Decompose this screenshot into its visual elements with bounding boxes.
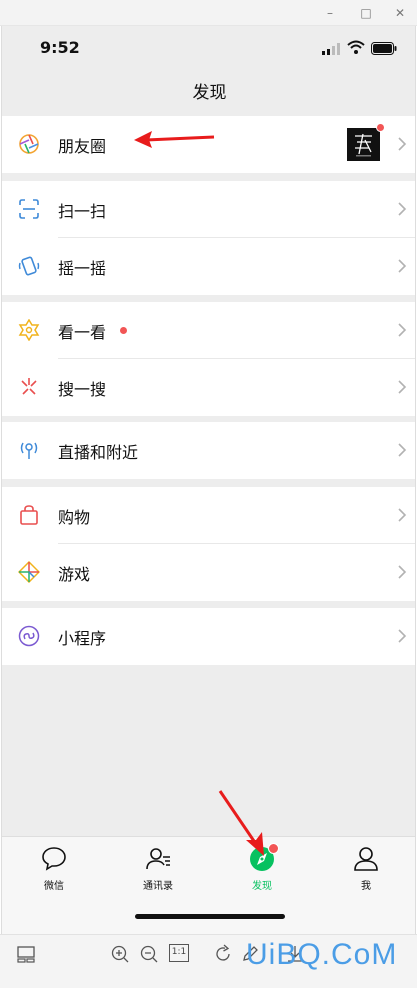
shopping-bag-icon xyxy=(20,505,38,525)
site-watermark: UiBQ.CoM xyxy=(246,938,398,971)
menu-item-live-nearby[interactable]: 直播和附近 xyxy=(2,422,415,479)
menu-item-moments[interactable]: 朋友圈 xyxy=(2,116,415,173)
chevron-right-icon xyxy=(398,137,407,151)
top-stories-badge xyxy=(120,327,127,334)
status-bar: 9:52 xyxy=(2,26,415,72)
menu-item-search[interactable]: 搜一搜 xyxy=(2,359,415,416)
tab-chats[interactable]: 微信 xyxy=(14,845,94,892)
top-stories-icon xyxy=(18,319,40,341)
search-sparkle-icon xyxy=(21,378,37,395)
menu-item-label: 小程序 xyxy=(58,629,107,648)
window-titlebar: – □ ✕ xyxy=(0,0,417,26)
page-title: 发现 xyxy=(192,83,227,103)
menu-item-top-stories[interactable]: 看一看 xyxy=(2,302,415,359)
shake-icon xyxy=(18,256,40,276)
chevron-right-icon xyxy=(398,443,407,457)
menu-item-shake[interactable]: 摇一摇 xyxy=(2,238,415,295)
tab-label: 我 xyxy=(361,881,371,892)
menu-item-label: 直播和附近 xyxy=(58,443,139,462)
tab-label: 发现 xyxy=(252,881,272,892)
menu-item-label: 游戏 xyxy=(58,565,91,584)
chevron-right-icon xyxy=(398,323,407,337)
chevron-right-icon xyxy=(398,259,407,273)
moments-new-dot xyxy=(376,123,385,132)
discover-tab-badge xyxy=(268,843,279,854)
window-minimize-button[interactable]: – xyxy=(321,4,339,22)
home-indicator[interactable] xyxy=(135,914,285,919)
section-shopping-games: 购物 游戏 xyxy=(2,487,415,601)
zoom-in-icon[interactable] xyxy=(110,944,130,964)
chevron-right-icon xyxy=(398,565,407,579)
actual-size-icon[interactable]: 1:1 xyxy=(169,944,189,962)
me-person-icon xyxy=(354,847,378,871)
layout-icon[interactable] xyxy=(16,944,36,964)
menu-item-label: 购物 xyxy=(58,508,91,527)
zoom-out-icon[interactable] xyxy=(139,944,159,964)
cellular-signal-icon xyxy=(322,43,340,55)
tab-label: 通讯录 xyxy=(143,881,173,892)
section-live-nearby: 直播和附近 xyxy=(2,422,415,479)
section-moments: 朋友圈 xyxy=(2,116,415,173)
tab-discover[interactable]: 发现 xyxy=(222,845,302,892)
section-mini-programs: 小程序 xyxy=(2,608,415,665)
battery-icon xyxy=(371,42,397,55)
menu-item-label: 摇一摇 xyxy=(58,259,107,278)
menu-item-label: 朋友圈 xyxy=(58,137,107,156)
phone-screen: 9:52 发现 朋友圈 扫一扫 摇一摇 看一看 搜一搜 直播和附近 购物 游戏 … xyxy=(1,26,416,934)
section-scan-shake: 扫一扫 摇一摇 xyxy=(2,181,415,295)
chevron-right-icon xyxy=(398,629,407,643)
status-time: 9:52 xyxy=(40,38,80,57)
menu-item-label: 看一看 xyxy=(58,323,107,342)
scan-icon xyxy=(19,199,39,219)
menu-item-mini-programs[interactable]: 小程序 xyxy=(2,608,415,665)
live-nearby-icon xyxy=(20,442,38,459)
menu-item-label: 扫一扫 xyxy=(58,202,107,221)
tab-bar: 微信 通讯录 发现 我 xyxy=(2,836,415,934)
window-close-button[interactable]: ✕ xyxy=(391,4,409,22)
wifi-icon xyxy=(347,40,365,54)
tab-label: 微信 xyxy=(44,881,64,892)
chevron-right-icon xyxy=(398,380,407,394)
moments-thumbnail xyxy=(347,128,380,161)
section-stories-search: 看一看 搜一搜 xyxy=(2,302,415,416)
chevron-right-icon xyxy=(398,508,407,522)
game-diamond-icon xyxy=(18,561,40,583)
contacts-icon xyxy=(146,848,170,870)
window-maximize-button[interactable]: □ xyxy=(357,4,375,22)
rotate-icon[interactable] xyxy=(213,944,233,964)
menu-item-label: 搜一搜 xyxy=(58,380,107,399)
chat-bubble-icon xyxy=(42,847,66,871)
menu-item-scan[interactable]: 扫一扫 xyxy=(2,181,415,238)
menu-item-games[interactable]: 游戏 xyxy=(2,544,415,601)
mini-program-icon xyxy=(18,625,40,647)
tab-contacts[interactable]: 通讯录 xyxy=(118,845,198,892)
tab-me[interactable]: 我 xyxy=(326,845,406,892)
menu-item-shopping[interactable]: 购物 xyxy=(2,487,415,544)
chevron-right-icon xyxy=(398,202,407,216)
moments-aperture-icon xyxy=(19,134,39,154)
